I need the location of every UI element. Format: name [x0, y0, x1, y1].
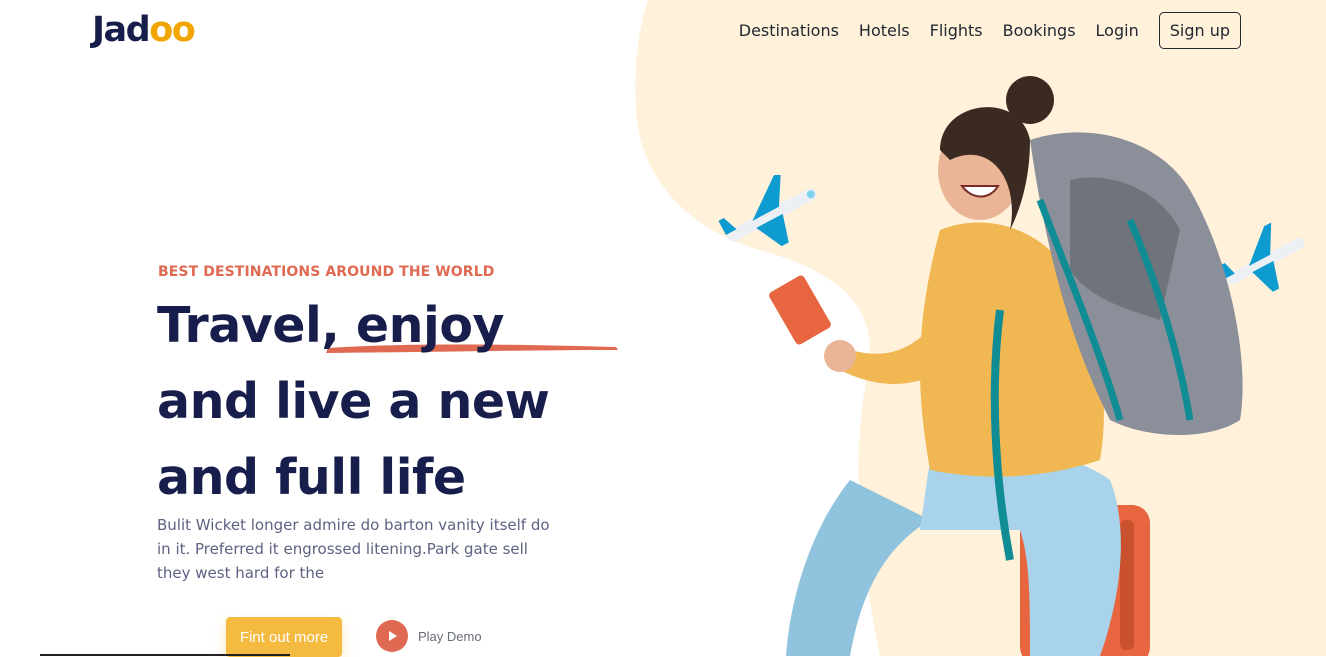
- play-demo-label: Play Demo: [418, 628, 482, 644]
- nav-bookings[interactable]: Bookings: [1003, 21, 1076, 40]
- hero-eyebrow: BEST DESTINATIONS AROUND THE WORLD: [158, 264, 495, 280]
- signup-button[interactable]: Sign up: [1158, 12, 1241, 49]
- traveler-illustration: [769, 76, 1243, 656]
- headline-line-1: Travel, enjoy: [157, 297, 504, 354]
- logo-text: Jad: [92, 10, 151, 50]
- play-demo-button[interactable]: Play Demo: [376, 620, 482, 652]
- headline-line-2: and live a new: [157, 373, 550, 430]
- nav-login[interactable]: Login: [1096, 21, 1139, 40]
- headline-line-3: and full life: [157, 449, 466, 506]
- nav-destinations[interactable]: Destinations: [739, 21, 839, 40]
- logo[interactable]: Jadoo: [92, 10, 196, 50]
- main-nav: Destinations Hotels Flights Bookings Log…: [739, 12, 1241, 49]
- nav-hotels[interactable]: Hotels: [859, 21, 910, 40]
- find-out-more-button[interactable]: Fint out more: [226, 617, 342, 657]
- play-icon: [376, 620, 408, 652]
- nav-flights[interactable]: Flights: [930, 21, 983, 40]
- hero-description: Bulit Wicket longer admire do barton van…: [157, 516, 550, 582]
- hero-headline: Travel, enjoy and live a new and full li…: [157, 288, 550, 516]
- logo-accent: oo: [149, 10, 196, 50]
